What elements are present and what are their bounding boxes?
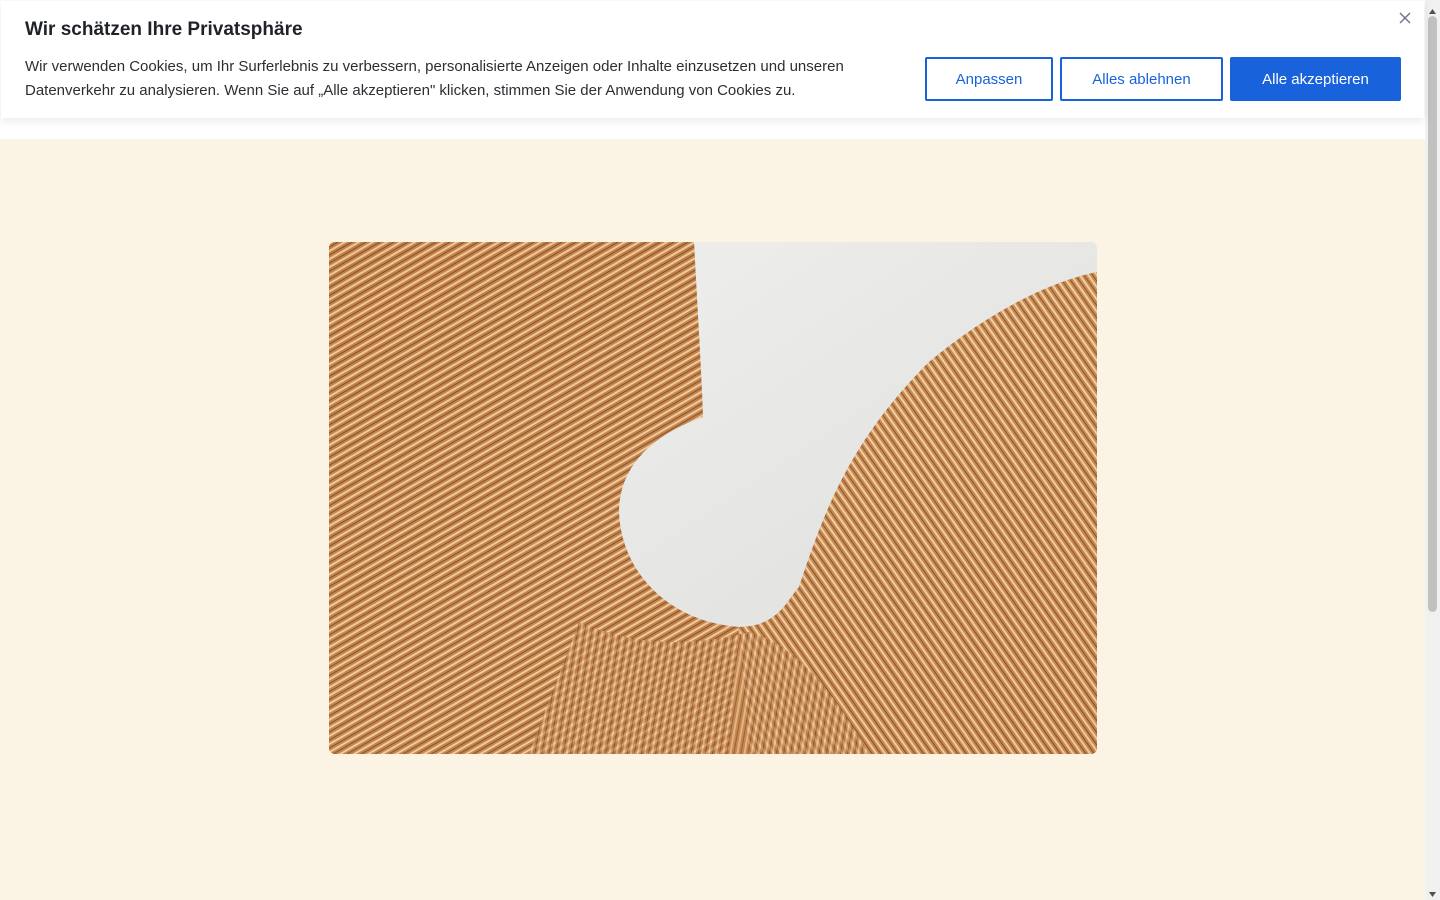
customize-button[interactable]: Anpassen: [925, 57, 1053, 101]
hero-image: [329, 242, 1097, 754]
cookie-banner-text: Wir verwenden Cookies, um Ihr Surferlebn…: [25, 58, 844, 99]
cookie-banner: Wir schätzen Ihre Privatsphäre Wir verwe…: [1, 1, 1424, 118]
vertical-scrollbar[interactable]: [1425, 0, 1440, 900]
cookie-banner-title: Wir schätzen Ihre Privatsphäre: [25, 19, 303, 40]
accept-all-button[interactable]: Alle akzeptieren: [1230, 57, 1401, 101]
page: [0, 0, 1425, 900]
scrollbar-thumb[interactable]: [1428, 16, 1437, 612]
scroll-up-arrow-icon[interactable]: [1428, 3, 1437, 14]
reject-all-button[interactable]: Alles ablehnen: [1060, 57, 1223, 101]
close-icon[interactable]: [1397, 10, 1413, 26]
scroll-down-arrow-icon[interactable]: [1428, 886, 1437, 897]
